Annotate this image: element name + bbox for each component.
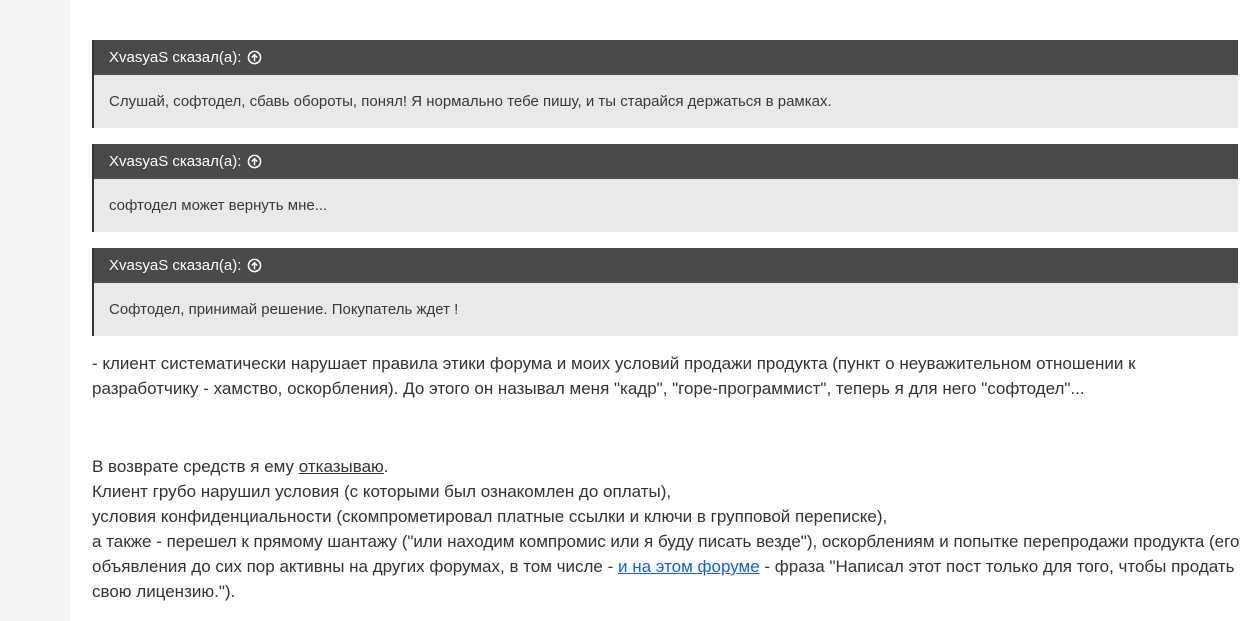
quote-author: XvasyaS сказал(а): [109,49,242,66]
text: Клиент грубо нарушил условия (с которыми… [92,482,672,501]
quote-text: Слушай, софтодел, сбавь обороты, понял! … [109,93,832,110]
post-paragraph: В возврате средств я ему отказываю. Клие… [92,454,1242,604]
quote-header: XvasyaS сказал(а): [94,144,1238,179]
post-paragraph: - клиент систематически нарушает правила… [92,354,1136,398]
quote-author: XvasyaS сказал(а): [109,153,242,170]
quote-header: XvasyaS сказал(а): [94,40,1238,75]
text: условия конфиденциальности (скомпрометир… [92,507,888,526]
quote-text: Софтодел, принимай решение. Покупатель ж… [109,301,459,318]
quote-author: XvasyaS сказал(а): [109,257,242,274]
text: . [383,457,389,476]
arrow-up-circle-icon[interactable] [247,154,262,169]
quote-text: софтодел может вернуть мне... [109,197,328,214]
post-content: XvasyaS сказал(а): Слушай, софтодел, сба… [70,0,1260,621]
arrow-up-circle-icon[interactable] [247,50,262,65]
underlined-text: отказываю [298,457,384,476]
forum-post-link[interactable]: и на этом форуме [618,557,760,576]
arrow-up-circle-icon[interactable] [247,258,262,273]
quote-block: XvasyaS сказал(а): Софтодел, принимай ре… [92,248,1238,336]
quote-block: XvasyaS сказал(а): Слушай, софтодел, сба… [92,40,1238,128]
quote-header: XvasyaS сказал(а): [94,248,1238,283]
quote-block: XvasyaS сказал(а): софтодел может вернут… [92,144,1238,232]
text: В возврате средств я ему [92,457,299,476]
